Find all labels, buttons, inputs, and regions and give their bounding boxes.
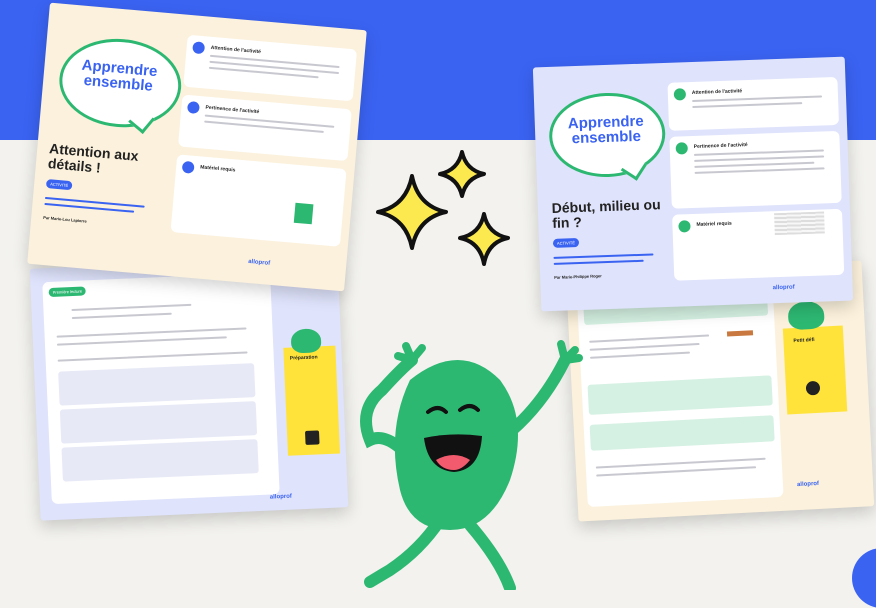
worksheet-preview-3: Apprendre ensemble Début, milieu ou fin …: [532, 56, 854, 312]
sparkle-icon: [376, 150, 510, 266]
book-icon: [293, 202, 314, 225]
table-icon: [726, 330, 755, 357]
sheet3-title: Début, milieu ou fin ?: [551, 196, 661, 232]
sparkle-large: [376, 174, 448, 250]
sheet1-title: Attention aux détails !: [47, 140, 140, 177]
sparkle-top: [438, 150, 486, 198]
worksheet-preview-2: Première lecture Préparation alloprof: [29, 255, 349, 521]
worksheet-preview-1: Apprendre ensemble Attention aux détails…: [27, 2, 367, 292]
sparkle-bottom: [458, 212, 510, 266]
mascot-character: [360, 340, 583, 590]
preparation-box: Préparation: [283, 345, 340, 456]
round-action-button[interactable]: [852, 548, 876, 608]
brand-title: Apprendre ensemble: [81, 56, 159, 95]
mascot-mini: [290, 328, 322, 354]
box-icon: [304, 430, 320, 445]
magnifier-icon: [805, 380, 821, 396]
sheet2-banner: Première lecture: [48, 286, 87, 298]
